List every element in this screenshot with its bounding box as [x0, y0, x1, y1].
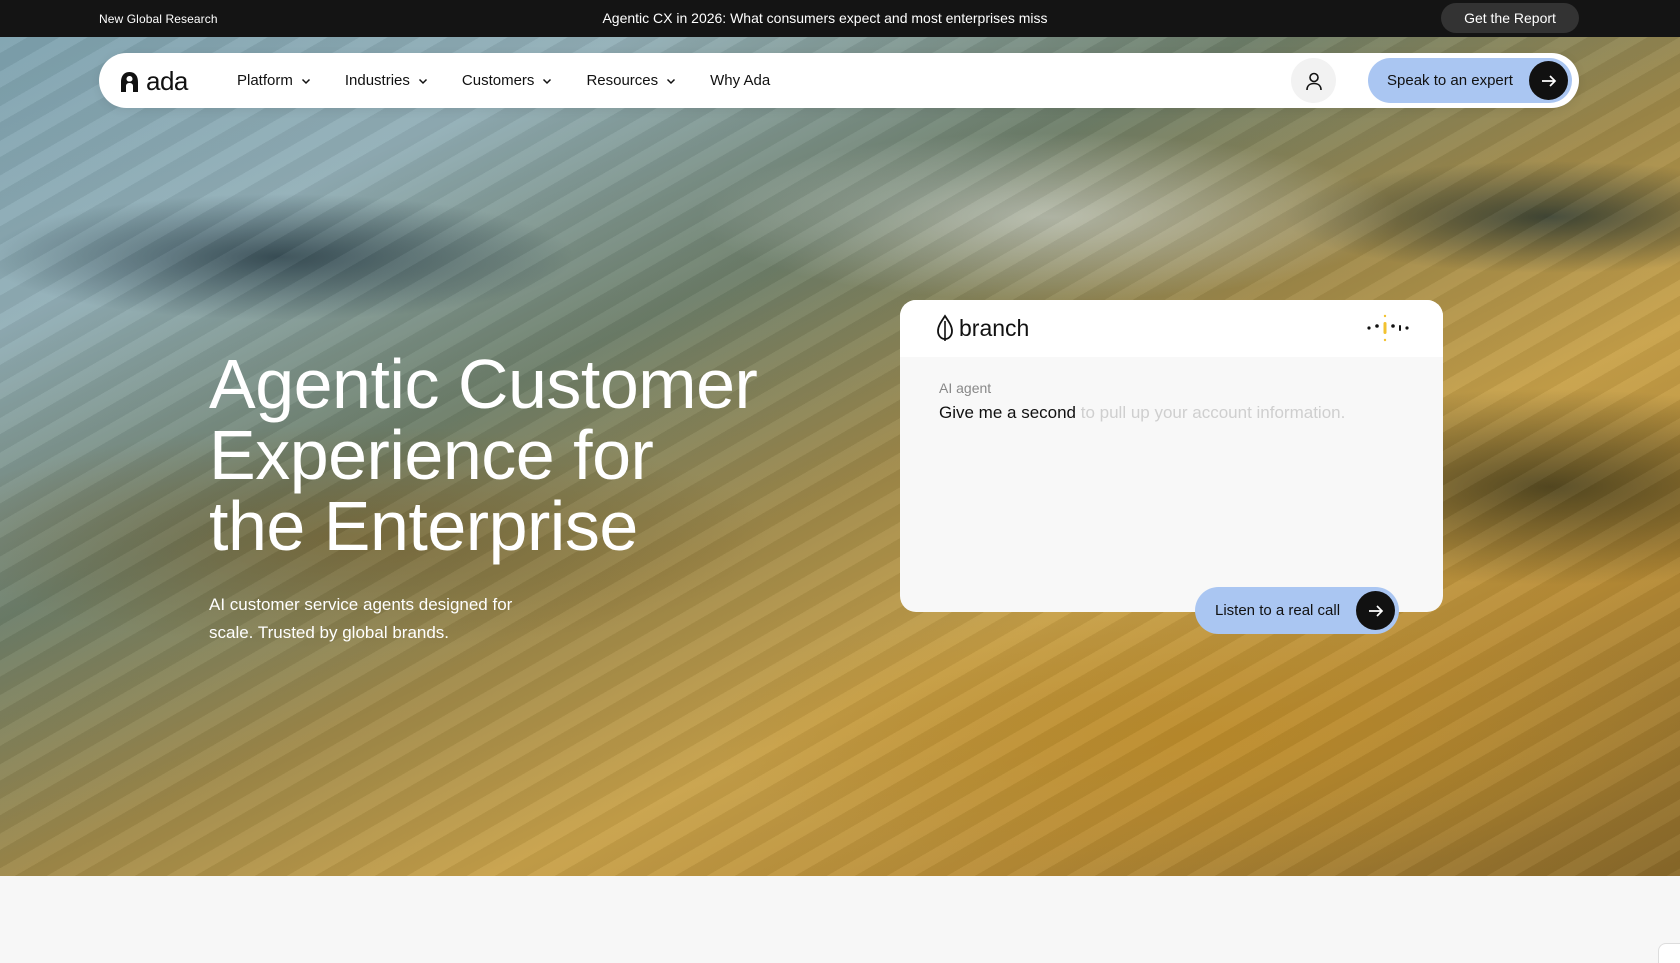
transcript-spoken: Give me a second — [939, 403, 1077, 422]
nav-item-resources[interactable]: Resources — [586, 72, 676, 89]
headline-line-2: Experience for — [209, 416, 654, 494]
chevron-down-icon — [543, 78, 552, 84]
nav-item-label: Industries — [344, 72, 410, 89]
voice-activity-icon — [1367, 314, 1409, 342]
nav-item-label: Customers — [461, 72, 535, 89]
headline-line-3: the Enterprise — [209, 487, 638, 565]
nav-item-label: Resources — [586, 72, 659, 89]
nav-item-platform[interactable]: Platform — [237, 72, 311, 89]
corner-widget-tab[interactable] — [1658, 943, 1680, 963]
branch-logo: branch — [936, 314, 1029, 342]
nav-item-label: Platform — [237, 72, 293, 89]
main-nav: ada Platform Industries Customers Resour… — [99, 53, 1579, 108]
transcript-pending: to pull up your account information. — [1076, 403, 1346, 422]
speak-to-expert-button[interactable]: Speak to an expert — [1368, 58, 1572, 103]
nav-item-customers[interactable]: Customers — [462, 72, 553, 89]
nav-item-why-ada[interactable]: Why Ada — [710, 72, 770, 89]
nav-item-label: Why Ada — [710, 72, 771, 89]
agent-transcript: Give me a second to pull up your account… — [939, 403, 1345, 423]
get-report-button[interactable]: Get the Report — [1441, 3, 1579, 33]
arrow-right-icon — [1529, 61, 1568, 100]
arrow-right-icon — [1356, 591, 1395, 630]
listen-real-call-label: Listen to a real call — [1215, 602, 1341, 619]
ada-logo-icon — [121, 71, 138, 92]
agent-label: AI agent — [939, 380, 992, 396]
user-icon — [1305, 72, 1322, 90]
branch-leaf-icon — [937, 314, 953, 341]
chevron-down-icon — [301, 78, 310, 84]
nav-item-industries[interactable]: Industries — [345, 72, 428, 89]
chevron-down-icon — [418, 78, 427, 84]
hero-subcopy: AI customer service agents designed for … — [209, 595, 513, 642]
voice-agent-demo-card: branch AI agent Give me a second to pull… — [900, 300, 1443, 612]
nav-menu: Platform Industries Customers Resources … — [237, 53, 804, 108]
logo-wordmark: ada — [146, 66, 188, 96]
announcement-link[interactable]: Agentic CX in 2026: What consumers expec… — [0, 10, 1650, 26]
ada-logo[interactable]: ada — [119, 66, 188, 97]
branch-wordmark: branch — [959, 314, 1030, 341]
hero-headline: Agentic Customer Experience for the Ente… — [209, 349, 849, 562]
chevron-down-icon — [667, 78, 676, 84]
listen-real-call-button[interactable]: Listen to a real call — [1195, 587, 1399, 634]
headline-line-1: Agentic Customer — [209, 345, 758, 423]
card-header: branch — [900, 300, 1443, 357]
speak-to-expert-label: Speak to an expert — [1387, 72, 1513, 89]
account-button[interactable] — [1291, 58, 1336, 103]
announcement-bar: New Global Research Agentic CX in 2026: … — [0, 0, 1680, 37]
